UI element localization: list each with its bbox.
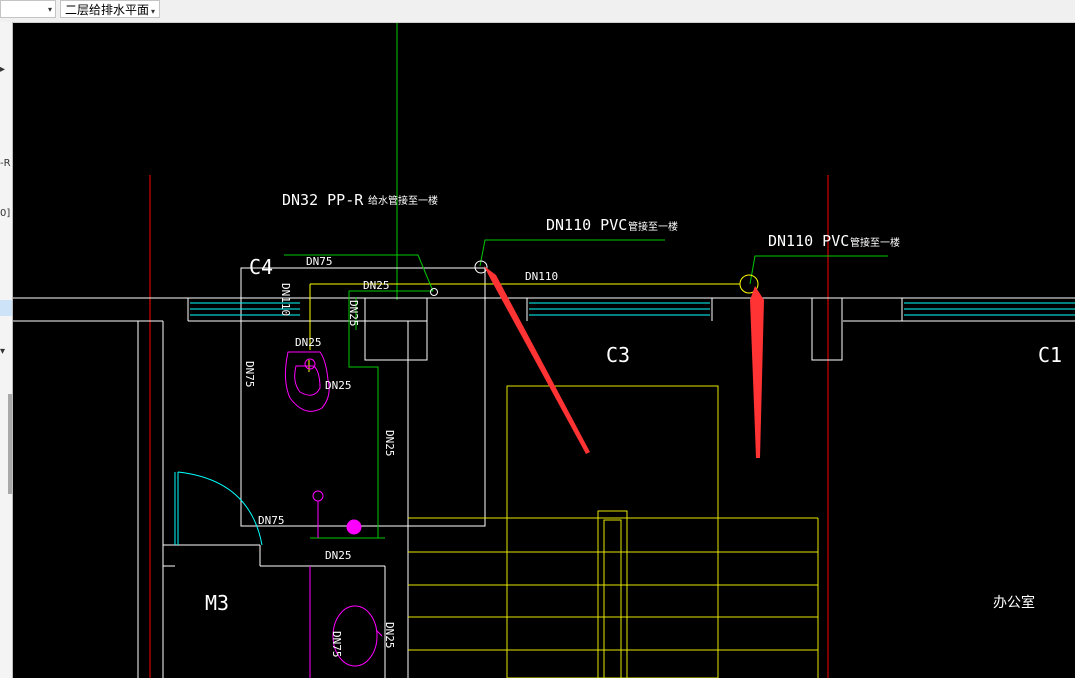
label-dn110-2: DN110 PVC [768, 232, 849, 250]
left-combo[interactable]: ▾ [0, 0, 56, 18]
label-dn110-note-2: 管接至一楼 [850, 236, 900, 249]
labels: DN32 PP-R 给水管接至一楼 DN110 PVC 管接至一楼 DN110 … [205, 191, 1062, 658]
label-dn25-bottom: DN25 [325, 549, 352, 562]
label-window-c1: C1 [1038, 343, 1062, 367]
label-dn75-vert: DN75 [243, 361, 256, 388]
label-dn110-pipe: DN110 [525, 270, 558, 283]
label-door-m3: M3 [205, 591, 229, 615]
label-dn32: DN32 PP-R [282, 191, 364, 209]
label-dn75-bottom: DN75 [258, 514, 285, 527]
label-dn25-top: DN25 [363, 279, 390, 292]
label-dn25-fixture-2: DN25 [325, 379, 352, 392]
label-room-office: 办公室 [993, 594, 1035, 611]
scrollbar[interactable] [8, 394, 12, 494]
panel-fragment[interactable]: ▾ [0, 346, 12, 357]
label-dn110-1: DN110 PVC [546, 216, 627, 234]
panel-fragment: 0] [0, 208, 11, 219]
label-dn32-note: 给水管接至一楼 [368, 194, 438, 207]
panel-selected-item[interactable] [0, 300, 12, 316]
floor-select-value: 二层给排水平面 [65, 3, 150, 17]
label-dn110-note-1: 管接至一楼 [628, 220, 678, 233]
left-panel: ▸ -R 0] ▾ [0, 22, 13, 678]
label-dn25-vert-b: DN25 [383, 430, 396, 457]
toolbar: ▾ 二层给排水平面 ▾ [0, 0, 1075, 23]
label-dn25-vert-a: DN25 [347, 300, 360, 327]
fixtures [284, 351, 383, 678]
pipe-nodes [430, 260, 759, 296]
floor-select[interactable]: 二层给排水平面 ▾ [60, 0, 160, 18]
axis-lines [149, 175, 829, 678]
label-dn75-vert-low: DN75 [330, 631, 343, 658]
label-window-c4: C4 [249, 255, 273, 279]
drain-pipes [308, 283, 740, 372]
label-dn25-fixture: DN25 [295, 336, 322, 349]
label-dn110-vert: DN110 [279, 283, 292, 316]
label-window-c3: C3 [606, 343, 630, 367]
label-dn75-top: DN75 [306, 255, 333, 268]
chevron-down-icon[interactable]: ▾ [48, 1, 52, 19]
label-dn25-vert-low: DN25 [383, 622, 396, 649]
chevron-down-icon[interactable]: ▾ [151, 7, 155, 16]
cad-canvas[interactable]: DN32 PP-R 给水管接至一楼 DN110 PVC 管接至一楼 DN110 … [13, 23, 1075, 679]
panel-fragment: -R [0, 158, 11, 169]
panel-fragment[interactable]: ▸ [0, 64, 12, 75]
